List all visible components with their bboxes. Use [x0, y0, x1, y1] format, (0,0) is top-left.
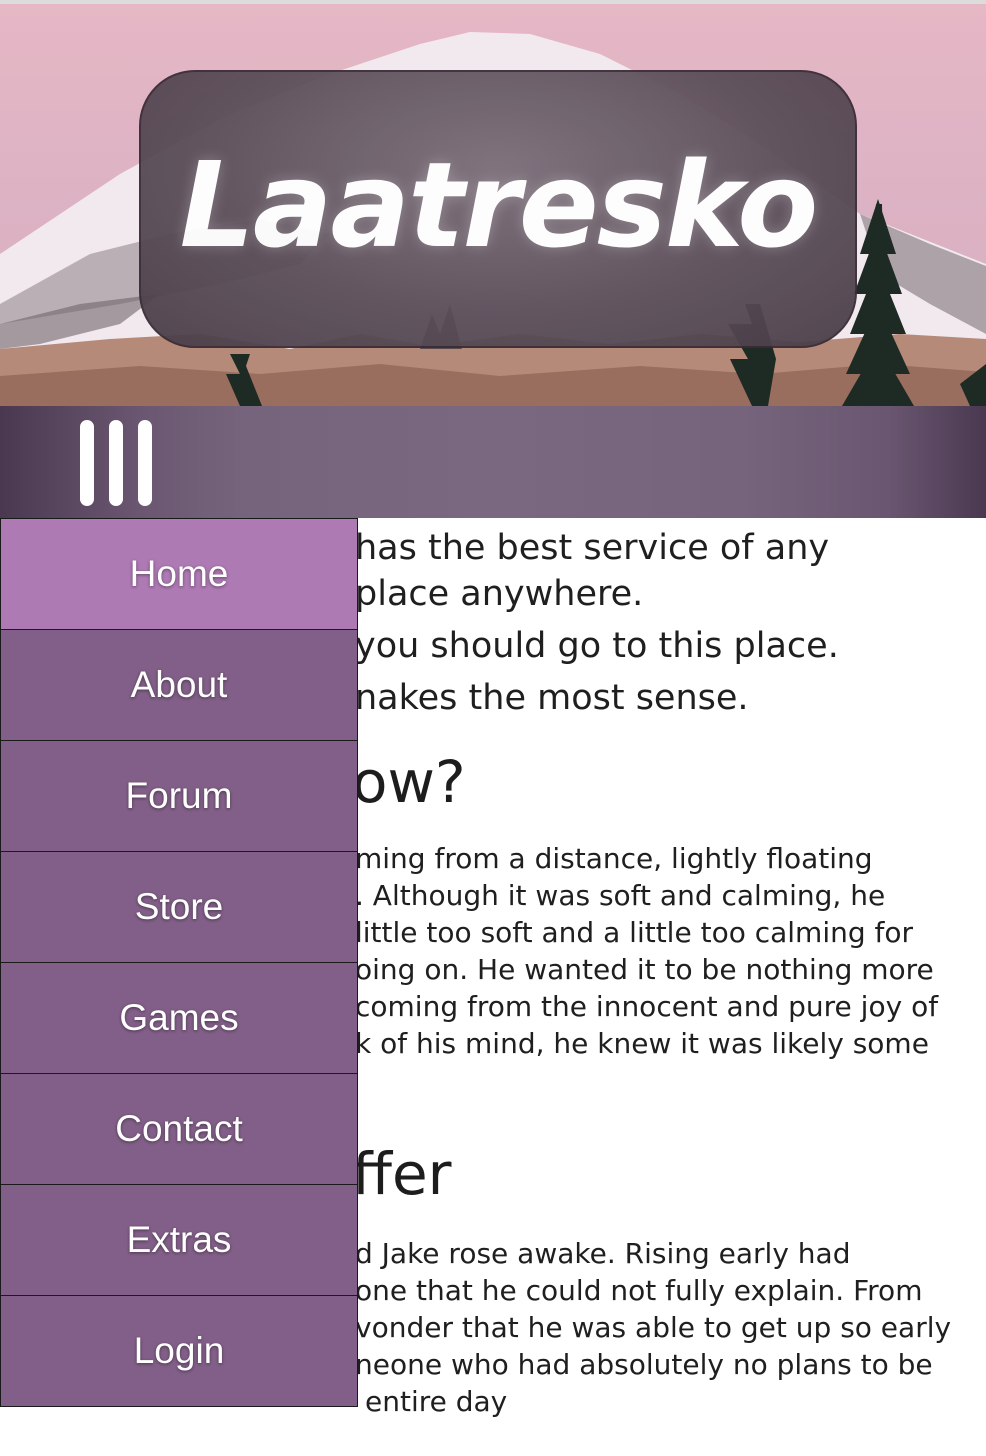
nav-item-label: Contact [115, 1108, 243, 1149]
intro-line: nakes the most sense. [355, 678, 749, 718]
section-heading: ow? [352, 748, 466, 816]
nav-item-label: Forum [125, 775, 233, 816]
nav-item-contact[interactable]: Contact [0, 1073, 358, 1185]
nav-item-store[interactable]: Store [0, 851, 358, 963]
paragraph-line: vonder that he was able to get up so ear… [355, 1311, 952, 1344]
hero-banner: Laatresko [0, 0, 986, 406]
intro-line: you should go to this place. [355, 626, 839, 666]
nav-item-games[interactable]: Games [0, 962, 358, 1074]
hamburger-bar [109, 420, 123, 506]
page: Laatresko has the best service of any pl… [0, 0, 986, 1456]
nav-item-label: Games [119, 997, 239, 1038]
paragraph-line: neone who had absolutely no plans to be [355, 1348, 933, 1381]
nav-item-about[interactable]: About [0, 629, 358, 741]
section-heading: ffer [352, 1140, 452, 1208]
nav-item-extras[interactable]: Extras [0, 1184, 358, 1296]
nav-item-label: About [130, 664, 228, 705]
side-nav-menu: Home About Forum Store Games Contact Ext… [0, 518, 358, 1407]
paragraph-line: one that he could not fully explain. Fro… [355, 1274, 923, 1307]
hamburger-bar [80, 420, 94, 506]
nav-item-label: Store [134, 886, 224, 927]
nav-item-login[interactable]: Login [0, 1295, 358, 1407]
nav-item-label: Home [129, 553, 229, 594]
paragraph-line: entire day [365, 1385, 508, 1418]
nav-item-forum[interactable]: Forum [0, 740, 358, 852]
intro-line: has the best service of any [355, 528, 830, 568]
hamburger-bar [138, 420, 152, 506]
paragraph-line: d Jake rose awake. Rising early had [355, 1237, 851, 1270]
nav-item-home[interactable]: Home [0, 518, 358, 630]
nav-item-label: Login [133, 1330, 225, 1371]
hamburger-menu-icon[interactable] [80, 420, 152, 506]
top-navbar [0, 406, 986, 518]
site-title: Laatresko [179, 136, 819, 274]
paragraph-line: coming from the innocent and pure joy of [355, 990, 939, 1023]
paragraph-line: ming from a distance, lightly floating [355, 842, 873, 875]
intro-line: place anywhere. [355, 574, 644, 614]
site-title-card: Laatresko [139, 70, 857, 348]
paragraph-line: . Although it was soft and calming, he [355, 879, 886, 912]
nav-item-label: Extras [126, 1219, 232, 1260]
paragraph-line: little too soft and a little too calming… [355, 916, 914, 949]
paragraph-line: k of his mind, he knew it was likely som… [355, 1027, 929, 1060]
paragraph-line: oing on. He wanted it to be nothing more [355, 953, 934, 986]
